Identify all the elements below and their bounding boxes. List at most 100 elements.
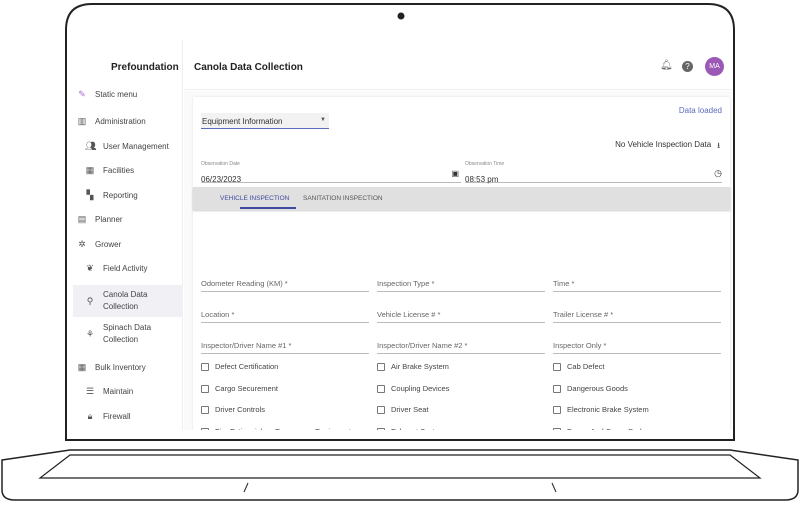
checkbox-box[interactable] (201, 362, 209, 371)
text-field[interactable]: Inspector/Driver Name #2 * (377, 341, 545, 354)
text-field[interactable]: Time * (553, 279, 721, 292)
checkbox-box[interactable] (201, 384, 209, 393)
avatar[interactable]: MA (705, 57, 724, 76)
sidebar-item-label: Canola Data Collection (103, 290, 148, 311)
pin-icon: ✎ (78, 89, 86, 99)
sidebar-item[interactable]: ⚲ Canola Data Collection (73, 285, 183, 317)
checkbox-label: Air Brake System (391, 362, 449, 371)
main-content: Data loaded Equipment Information ▼ No Ve… (184, 91, 732, 430)
clock-icon[interactable]: ◷ (714, 168, 722, 179)
time-value: 08:53 pm (465, 175, 499, 184)
sidebar-item-label: Spinach Data Collection (103, 323, 152, 344)
caret-down-icon: ▼ (320, 117, 326, 123)
text-field[interactable]: Inspector/Driver Name #1 * (201, 341, 369, 354)
sidebar-item[interactable]: ▤ Planner (77, 214, 123, 225)
checkbox[interactable]: Driver Seat (377, 405, 429, 414)
sidebar-item-label: Static menu (95, 90, 138, 99)
checkbox-box[interactable] (201, 405, 209, 414)
checkbox[interactable]: Driver Controls (201, 405, 265, 414)
checkbox[interactable]: Frame And Cargo Body (553, 427, 645, 430)
text-field[interactable]: Vehicle License # * (377, 310, 545, 323)
sidebar-item[interactable]: ▦ Bulk Inventory (77, 362, 146, 373)
checkbox-label: Cargo Securement (215, 384, 278, 393)
sidebar-item-label: User Management (103, 142, 169, 151)
sidebar-item[interactable]: ▥ Administration (77, 116, 146, 127)
checkbox-label: Frame And Cargo Body (567, 427, 645, 430)
sidebar-item[interactable]: ✲ Grower (77, 239, 121, 250)
checkbox-box[interactable] (201, 427, 209, 430)
plant-icon: ❦ (86, 263, 94, 273)
checkbox-box[interactable] (553, 427, 561, 430)
text-field[interactable]: Inspector Only * (553, 341, 721, 354)
sidebar-item-label: Administration (95, 117, 146, 126)
no-data-label: No Vehicle Inspection Data (615, 140, 712, 149)
sidebar: Prefoundation ✎ Static menu ▥ Administratio… (67, 40, 183, 430)
checkbox-box[interactable] (553, 384, 561, 393)
checkbox-label: Fire Extinguisher, Emergency Equipment (215, 427, 351, 430)
checkbox-box[interactable] (377, 427, 385, 430)
checkbox[interactable]: Air Brake System (377, 362, 449, 371)
sidebar-item-label: Firewall (103, 412, 131, 421)
gear-icon: ✲ (78, 239, 86, 249)
checkbox-box[interactable] (377, 384, 385, 393)
section-select[interactable]: Equipment Information ▼ (201, 113, 329, 129)
sidebar-item[interactable]: 👥︎ User Management (85, 141, 169, 152)
sidebar-item-label: Facilities (103, 166, 135, 175)
sidebar-item[interactable]: ☰ Maintain (85, 386, 133, 397)
checkbox-box[interactable] (553, 405, 561, 414)
sidebar-item-label: Bulk Inventory (95, 363, 146, 372)
section-select-value: Equipment Information (202, 117, 283, 126)
clipboard-icon: ▤ (77, 214, 87, 224)
checkbox[interactable]: Exhaust System (377, 427, 445, 430)
sidebar-item-label: Grower (95, 240, 122, 249)
text-field[interactable]: Location * (201, 310, 369, 323)
sidebar-item-label: Reporting (103, 191, 138, 200)
checkbox-label: Cab Defect (567, 362, 605, 371)
checkbox[interactable]: Dangerous Goods (553, 384, 628, 393)
calendar-icon[interactable]: ▣ (451, 169, 459, 178)
dashboard-icon: ▚ (86, 190, 94, 200)
time-input[interactable]: 08:53 pm ◷ (465, 168, 722, 184)
bell-icon[interactable]: 🔔︎ (660, 60, 673, 71)
sidebar-item-label: Maintain (103, 387, 134, 396)
text-field[interactable]: Trailer License # * (553, 310, 721, 323)
checkbox-box[interactable] (377, 405, 385, 414)
tab-vehicle-inspection[interactable]: VEHICLE INSPECTION (220, 195, 289, 202)
checkbox-label: Defect Certification (215, 362, 279, 371)
building-icon: ▦ (85, 165, 95, 175)
checkbox[interactable]: Cargo Securement (201, 384, 278, 393)
sidebar-item[interactable]: ❦ Field Activity (85, 263, 147, 274)
book-icon: ▥ (77, 116, 87, 126)
active-tab-indicator (240, 207, 296, 209)
location-icon: ⚲ (86, 295, 94, 306)
brand-name: Prefoundation (111, 62, 179, 73)
sidebar-item[interactable]: ✎ Static menu (77, 89, 137, 100)
checkbox[interactable]: Fire Extinguisher, Emergency Equipment (201, 427, 351, 430)
checkbox-label: Electronic Brake System (567, 405, 649, 414)
checkbox[interactable]: Cab Defect (553, 362, 605, 371)
checkbox[interactable]: Coupling Devices (377, 384, 449, 393)
tab-sanitation-inspection[interactable]: SANITATION INSPECTION (303, 195, 383, 202)
sidebar-item-label: Field Activity (103, 264, 148, 273)
sidebar-item[interactable]: 🔒︎ Firewall (85, 411, 131, 422)
checkbox-label: Coupling Devices (391, 384, 450, 393)
lock-icon: 🔒︎ (87, 411, 93, 421)
checkbox[interactable]: Defect Certification (201, 362, 278, 371)
checkbox-box[interactable] (377, 362, 385, 371)
checkbox-label: Driver Seat (391, 405, 429, 414)
help-icon[interactable]: ? (682, 61, 693, 72)
time-label: Observation Time (465, 161, 505, 167)
sidebar-item[interactable]: ▦ Facilities (85, 165, 134, 176)
form-card: Data loaded Equipment Information ▼ No Ve… (193, 97, 730, 430)
date-input[interactable]: 06/23/2023 ▣ (201, 169, 461, 184)
text-field[interactable]: Odometer Reading (KM) * (201, 279, 369, 292)
sidebar-item[interactable]: ⚘ Spinach Data Collection (85, 322, 195, 346)
download-icon: ⭳ (717, 141, 720, 150)
sliders-icon: ☰ (85, 386, 95, 396)
checkbox[interactable]: Electronic Brake System (553, 405, 649, 414)
text-field[interactable]: Inspection Type * (377, 279, 545, 292)
sidebar-item[interactable]: ▚ Reporting (85, 190, 138, 201)
header: Canola Data Collection 🔔︎ ? MA (184, 40, 732, 90)
no-data-button[interactable]: No Vehicle Inspection Data ⭳ (615, 140, 720, 154)
checkbox-box[interactable] (553, 362, 561, 371)
